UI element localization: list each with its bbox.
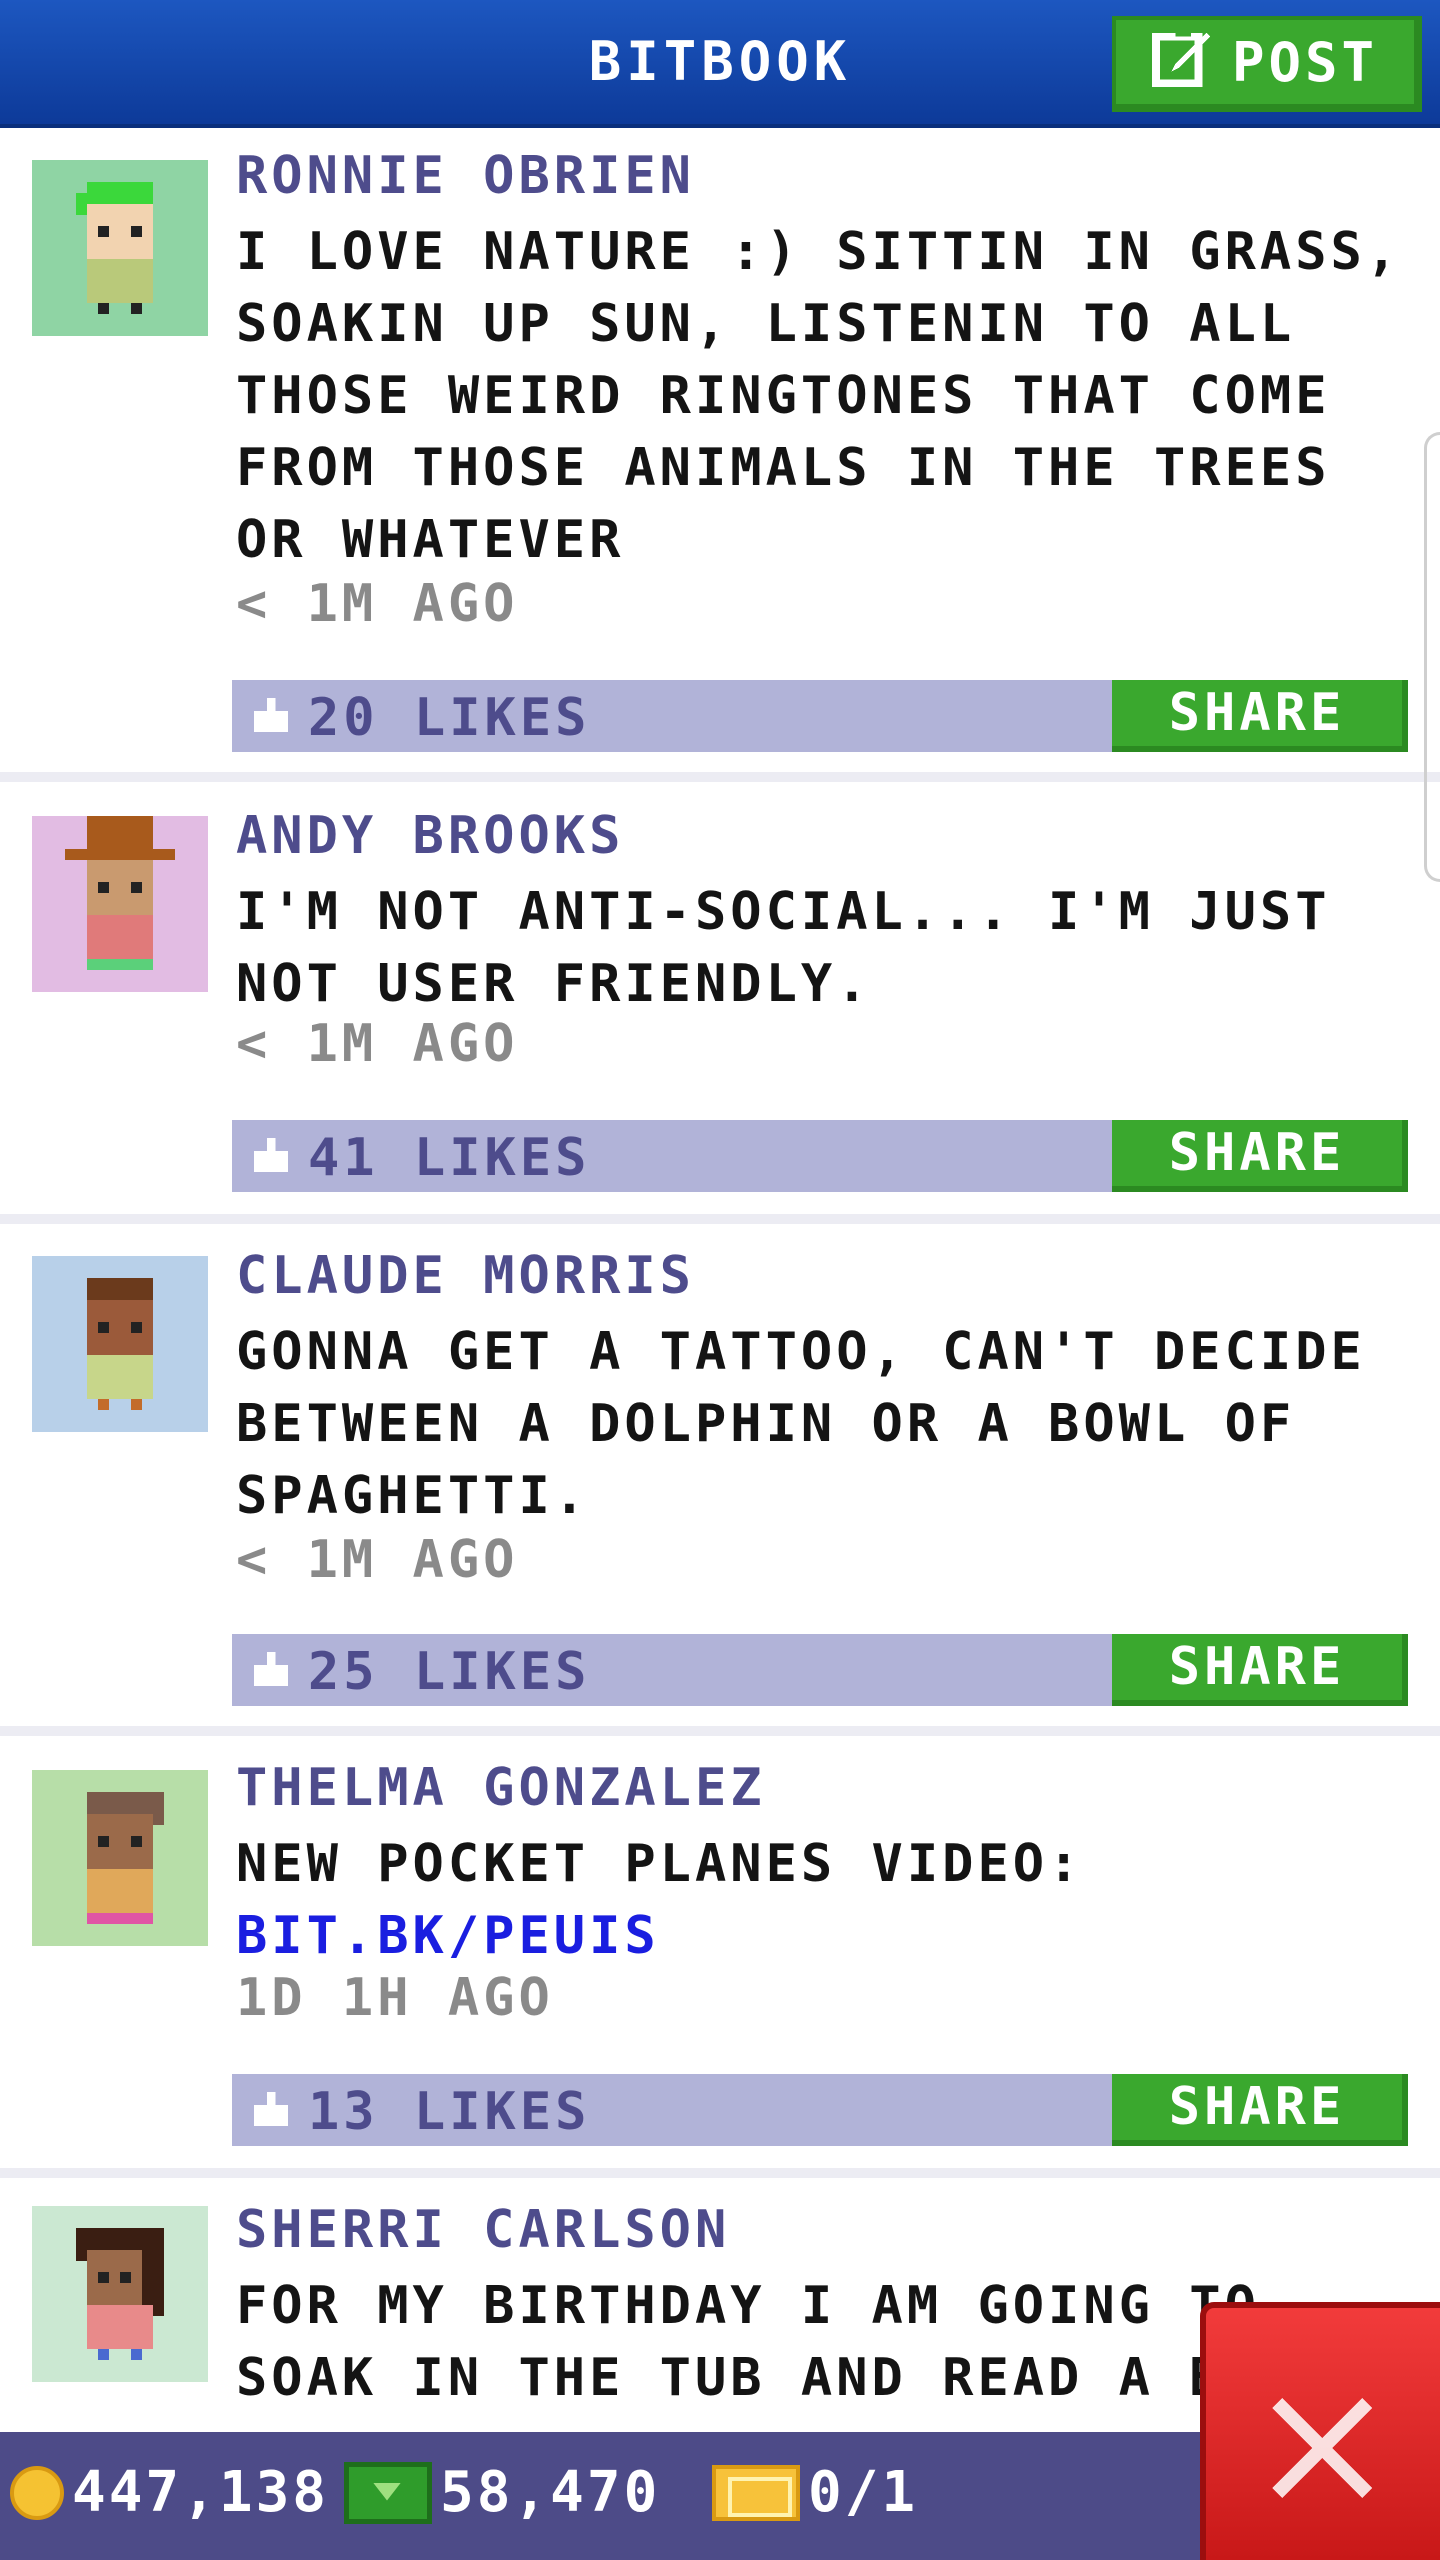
post-message: I LOVE NATURE :) SITTIN IN GRASS, SOAKIN… — [236, 222, 1402, 570]
feed-post: ANDY BROOKS I'M NOT ANTI-SOCIAL... I'M J… — [0, 782, 1440, 1224]
cash-stat: 58,470 — [344, 2460, 660, 2525]
share-button[interactable]: SHARE — [1112, 1634, 1408, 1706]
thumbs-up-icon[interactable] — [254, 1138, 288, 1172]
edit-icon — [1151, 25, 1214, 100]
close-icon — [1272, 2398, 1372, 2498]
post-message-text: NEW POCKET PLANES VIDEO: — [236, 1834, 1084, 1894]
feed-post: THELMA GONZALEZ NEW POCKET PLANES VIDEO:… — [0, 1736, 1440, 2178]
post-time: < 1M AGO — [236, 1014, 519, 1074]
post-author[interactable]: THELMA GONZALEZ — [236, 1758, 766, 1818]
avatar[interactable] — [32, 1770, 208, 1946]
likes-bar: 25 LIKES SHARE — [232, 1634, 1408, 1706]
cash-value: 58,470 — [440, 2460, 661, 2525]
app-header: BITBOOK POST — [0, 0, 1440, 128]
share-button[interactable]: SHARE — [1112, 680, 1408, 752]
feed-list[interactable]: RONNIE OBRIEN I LOVE NATURE :) SITTIN IN… — [0, 132, 1440, 2432]
likes-count: 13 LIKES — [308, 2082, 591, 2142]
post-button[interactable]: POST — [1112, 16, 1422, 112]
thumbs-up-icon[interactable] — [254, 698, 288, 732]
post-author[interactable]: CLAUDE MORRIS — [236, 1246, 695, 1306]
thumbs-up-icon[interactable] — [254, 2092, 288, 2126]
post-message: FOR MY BIRTHDAY I AM GOING TO SOAK IN TH… — [236, 2276, 1260, 2408]
post-message: NEW POCKET PLANES VIDEO: BIT.BK/PEUIS — [236, 1828, 1416, 1972]
feed-post: CLAUDE MORRIS GONNA GET A TATTOO, CAN'T … — [0, 1224, 1440, 1736]
post-message: I'M NOT ANTI-SOCIAL... I'M JUST NOT USER… — [236, 882, 1331, 1014]
avatar[interactable] — [32, 816, 208, 992]
likes-bar: 41 LIKES SHARE — [232, 1120, 1408, 1192]
likes-count: 41 LIKES — [308, 1128, 591, 1188]
post-message: GONNA GET A TATTOO, CAN'T DECIDE BETWEEN… — [236, 1322, 1366, 1526]
thumbs-up-icon[interactable] — [254, 1652, 288, 1686]
likes-bar: 13 LIKES SHARE — [232, 2074, 1408, 2146]
share-button[interactable]: SHARE — [1112, 2074, 1408, 2146]
close-button[interactable] — [1200, 2302, 1440, 2560]
cash-icon — [344, 2461, 432, 2524]
likes-count: 25 LIKES — [308, 1642, 591, 1702]
post-link[interactable]: BIT.BK/PEUIS — [236, 1906, 660, 1966]
coins-stat: 447,138 — [10, 2460, 329, 2525]
coin-icon — [10, 2465, 64, 2520]
post-time: 1D 1H AGO — [236, 1968, 554, 2028]
feed-post: RONNIE OBRIEN I LOVE NATURE :) SITTIN IN… — [0, 132, 1440, 782]
post-time: < 1M AGO — [236, 574, 519, 634]
avatar[interactable] — [32, 1256, 208, 1432]
post-author[interactable]: RONNIE OBRIEN — [236, 146, 695, 206]
coins-value: 447,138 — [72, 2460, 330, 2525]
likes-count: 20 LIKES — [308, 688, 591, 748]
ticket-icon — [712, 2464, 800, 2521]
avatar[interactable] — [32, 2206, 208, 2382]
tickets-stat: 0/1 — [712, 2460, 918, 2525]
avatar[interactable] — [32, 160, 208, 336]
share-button[interactable]: SHARE — [1112, 1120, 1408, 1192]
scrollbar[interactable] — [1424, 432, 1440, 882]
post-time: < 1M AGO — [236, 1530, 519, 1590]
post-author[interactable]: SHERRI CARLSON — [236, 2200, 730, 2260]
post-author[interactable]: ANDY BROOKS — [236, 806, 624, 866]
likes-bar: 20 LIKES SHARE — [232, 680, 1408, 752]
post-button-label: POST — [1231, 30, 1379, 94]
tickets-value: 0/1 — [808, 2460, 919, 2525]
